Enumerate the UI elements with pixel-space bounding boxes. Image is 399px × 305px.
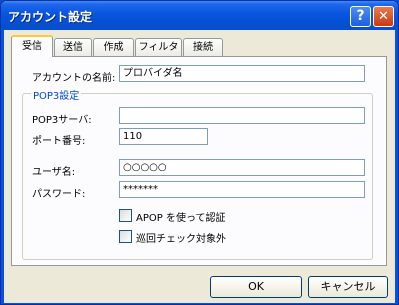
account-settings-dialog: アカウント設定 ? ✕ 受信 送信 作成 フィルタ 接続 アカウントの名前: プ… [0, 0, 399, 305]
username-field[interactable]: ○○○○○ [119, 159, 365, 176]
account-name-label: アカウントの名前: [32, 73, 116, 84]
ok-button[interactable]: OK [210, 276, 302, 298]
tab-connection[interactable]: 接続 [183, 38, 223, 56]
tab-receive[interactable]: 受信 [11, 35, 53, 57]
pop3-server-label: POP3サーバ: [32, 115, 92, 126]
password-label: パスワード: [32, 189, 86, 200]
port-label: ポート番号: [32, 136, 86, 147]
window-frame-right [395, 30, 398, 304]
username-label: ユーザ名: [32, 167, 76, 178]
pop3-server-field[interactable] [119, 107, 365, 124]
exclude-patrol-checkbox[interactable] [119, 230, 132, 243]
pop3-group-title: POP3設定 [31, 87, 82, 102]
apop-checkbox[interactable] [119, 209, 132, 222]
help-button[interactable]: ? [350, 6, 371, 27]
password-field[interactable]: ******* [119, 181, 365, 198]
window-title: アカウント設定 [8, 10, 93, 24]
account-name-field[interactable]: プロバイダ名 [119, 65, 365, 82]
window-frame-left [1, 30, 4, 304]
apop-label: APOP を使って認証 [136, 213, 226, 224]
title-bar: アカウント設定 ? ✕ [1, 1, 398, 30]
tab-filter[interactable]: フィルタ [135, 38, 182, 56]
close-button[interactable]: ✕ [373, 6, 394, 27]
port-field[interactable]: 110 [119, 128, 208, 145]
cancel-button[interactable]: キャンセル [308, 276, 388, 298]
tab-send[interactable]: 送信 [54, 38, 92, 56]
tab-compose[interactable]: 作成 [93, 38, 134, 56]
exclude-patrol-label: 巡回チェック対象外 [136, 234, 226, 245]
